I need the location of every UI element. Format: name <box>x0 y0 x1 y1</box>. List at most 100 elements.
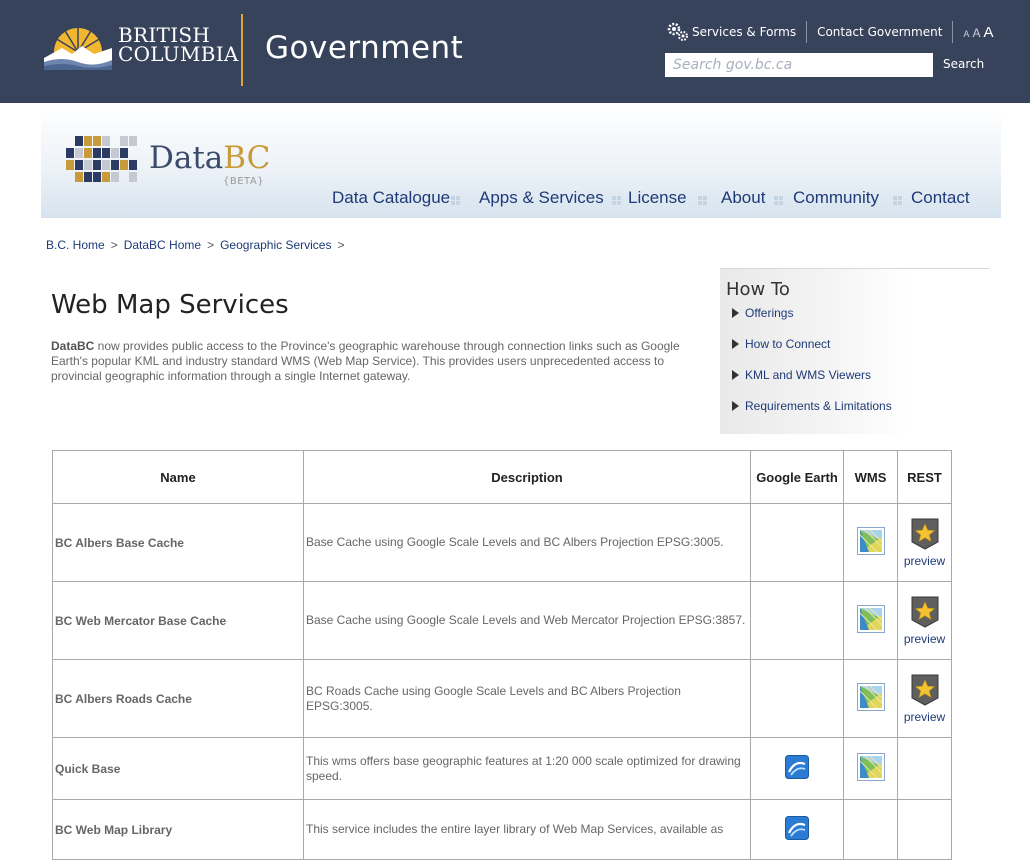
mosaic-tile <box>84 148 92 158</box>
nav-license[interactable]: License <box>628 188 687 208</box>
table-row: BC Albers Roads Cache BC Roads Cache usin… <box>52 659 952 738</box>
google-earth-cell <box>750 659 844 738</box>
rest-cell <box>897 737 952 800</box>
wordmark-line2: COLUMBIA <box>118 42 239 66</box>
mosaic-tile <box>129 136 137 146</box>
rest-cell: preview <box>897 659 952 738</box>
mosaic-tile <box>93 136 101 146</box>
howto-link-label: Offerings <box>745 306 794 320</box>
mosaic-tile <box>66 160 74 170</box>
service-description: This wms offers base geographic features… <box>303 737 751 800</box>
howto-link-label: Requirements & Limitations <box>745 399 892 413</box>
rest-cell: preview <box>897 581 952 660</box>
nav-dots-icon <box>612 196 621 205</box>
google-earth-cell <box>750 503 844 582</box>
nav-dots-icon <box>774 196 783 205</box>
wms-map-icon[interactable] <box>856 753 885 784</box>
table-row: BC Web Mercator Base Cache Base Cache usi… <box>52 581 952 660</box>
breadcrumb-geographic-services[interactable]: Geographic Services <box>220 238 331 252</box>
gov-search-button[interactable]: Search <box>943 57 984 71</box>
mosaic-tile <box>102 136 110 146</box>
nav-apps-services[interactable]: Apps & Services <box>479 188 604 208</box>
arrow-right-icon <box>732 401 739 411</box>
breadcrumb-separator: > <box>337 238 345 252</box>
google-earth-cell <box>750 799 844 860</box>
rest-preview-link[interactable]: preview <box>898 596 951 646</box>
howto-box: How To Offerings How to Connect KML and … <box>720 268 990 434</box>
breadcrumb-databc-home[interactable]: DataBC Home <box>124 238 201 252</box>
google-earth-kml-icon[interactable] <box>785 816 809 843</box>
google-earth-kml-icon[interactable] <box>785 755 809 782</box>
contact-government-link[interactable]: Contact Government <box>817 25 942 39</box>
rest-cell: preview <box>897 503 952 582</box>
table-header-row: Name Description Google Earth WMS REST <box>52 450 952 504</box>
rest-preview-link[interactable]: preview <box>898 674 951 724</box>
rest-badge-star-icon[interactable] <box>911 674 939 709</box>
arrow-right-icon <box>732 370 739 380</box>
rest-cell <box>897 799 952 860</box>
gov-header: BRITISH COLUMBIA Government Services & F… <box>0 0 1030 103</box>
nav-contact[interactable]: Contact <box>911 188 970 208</box>
rest-preview-label[interactable]: preview <box>904 554 945 568</box>
databc-logo-text[interactable]: DataBC <box>149 140 270 176</box>
service-name: BC Web Mercator Base Cache <box>52 581 304 660</box>
mosaic-tile <box>93 148 101 158</box>
google-earth-cell <box>750 581 844 660</box>
rest-preview-label[interactable]: preview <box>904 632 945 646</box>
rest-preview-link[interactable]: preview <box>898 518 951 568</box>
howto-link-label: KML and WMS Viewers <box>745 368 872 382</box>
rest-badge-star-icon[interactable] <box>911 518 939 553</box>
nav-about[interactable]: About <box>721 188 765 208</box>
column-header-google-earth: Google Earth <box>750 450 844 504</box>
table-row: BC Albers Base Cache Base Cache using Goo… <box>52 503 952 582</box>
web-map-services-table: Name Description Google Earth WMS REST B… <box>52 450 952 860</box>
wms-map-icon[interactable] <box>856 527 885 558</box>
service-description: BC Roads Cache using Google Scale Levels… <box>303 659 751 738</box>
wms-cell <box>843 737 898 800</box>
gov-title[interactable]: Government <box>265 30 463 66</box>
mosaic-tile <box>75 160 83 170</box>
nav-dots-icon <box>698 196 707 205</box>
breadcrumb-separator: > <box>207 238 215 252</box>
databc-bc-text: BC <box>223 140 271 176</box>
rest-badge-star-icon[interactable] <box>911 596 939 631</box>
wms-map-icon[interactable] <box>856 683 885 714</box>
howto-link-kml-wms-viewers[interactable]: KML and WMS Viewers <box>732 368 871 382</box>
wms-cell <box>843 799 898 860</box>
column-header-wms: WMS <box>843 450 898 504</box>
mosaic-tile <box>102 172 110 182</box>
text-size-large[interactable]: A <box>983 24 993 41</box>
rest-preview-label[interactable]: preview <box>904 710 945 724</box>
service-name: Quick Base <box>52 737 304 800</box>
service-name: BC Web Map Library <box>52 799 304 860</box>
howto-link-how-to-connect[interactable]: How to Connect <box>732 337 830 351</box>
nav-data-catalogue[interactable]: Data Catalogue <box>332 188 450 208</box>
databc-mosaic-logo[interactable] <box>66 136 138 184</box>
mosaic-tile <box>93 160 101 170</box>
services-forms-link[interactable]: Services & Forms <box>692 25 796 39</box>
wms-map-icon[interactable] <box>856 605 885 636</box>
databc-data-text: Data <box>149 140 224 176</box>
table-row: BC Web Map Library This service includes … <box>52 799 952 860</box>
howto-link-requirements[interactable]: Requirements & Limitations <box>732 399 892 413</box>
intro-text: now provides public access to the Provin… <box>51 339 680 383</box>
breadcrumb-bc-home[interactable]: B.C. Home <box>46 238 105 252</box>
bc-wordmark: BRITISH COLUMBIA <box>118 25 239 66</box>
mosaic-tile <box>111 172 119 182</box>
nav-dots-icon <box>451 196 460 205</box>
gov-search-input[interactable] <box>665 53 933 77</box>
page-title: Web Map Services <box>51 290 289 320</box>
nav-community[interactable]: Community <box>793 188 879 208</box>
mosaic-tile <box>84 172 92 182</box>
text-size-small[interactable]: A <box>963 29 969 39</box>
service-description: Base Cache using Google Scale Levels and… <box>303 503 751 582</box>
intro-bold: DataBC <box>51 339 95 353</box>
mosaic-tile <box>93 172 101 182</box>
bc-sun-logo[interactable] <box>42 18 114 70</box>
mosaic-tile <box>111 160 119 170</box>
mosaic-tile <box>84 136 92 146</box>
link-separator <box>952 21 954 43</box>
howto-link-offerings[interactable]: Offerings <box>732 306 793 320</box>
text-size-medium[interactable]: A <box>972 26 980 40</box>
mosaic-tile <box>75 148 83 158</box>
